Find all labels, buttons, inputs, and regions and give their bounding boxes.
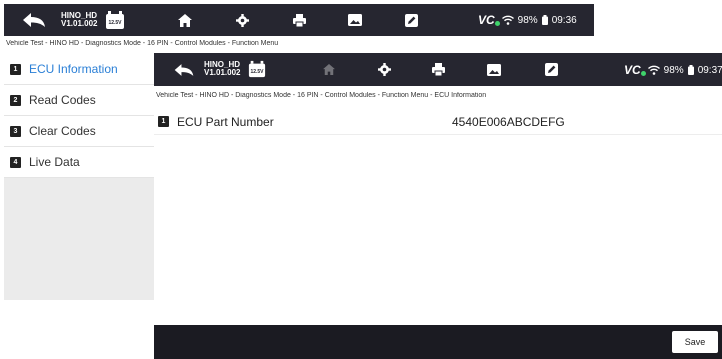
vehicle-battery-icon: 12.5V	[248, 60, 266, 78]
sidebar-item-label: Live Data	[29, 155, 80, 169]
edit-button[interactable]	[536, 53, 566, 86]
battery-icon	[541, 15, 548, 25]
sidebar-item-label: ECU Information	[29, 62, 118, 76]
app-version: V1.01.002	[204, 68, 241, 78]
sidebar-item-clear-codes[interactable]: 3 Clear Codes	[4, 116, 154, 147]
front-topbar: HINO_HD V1.01.002 12.5V VC 98% 09:37	[154, 53, 722, 86]
voltage-badge: 12.5V	[107, 20, 123, 26]
back-button[interactable]	[166, 58, 202, 82]
voltage-badge: 12.5V	[249, 69, 265, 75]
function-menu-sidebar: 1 ECU Information 2 Read Codes 3 Clear C…	[4, 54, 154, 300]
app-title-block: HINO_HD V1.01.002	[61, 11, 98, 29]
item-number-badge: 4	[10, 156, 21, 168]
sidebar-item-ecu-information[interactable]: 1 ECU Information	[4, 54, 154, 85]
back-topbar: HINO_HD V1.01.002 12.5V VC 98% 09:36	[4, 4, 594, 36]
sidebar-item-read-codes[interactable]: 2 Read Codes	[4, 85, 154, 116]
back-breadcrumb: Vehicle Test - HINO HD - Diagnostics Mod…	[6, 40, 279, 47]
front-breadcrumb: Vehicle Test - HINO HD - Diagnostics Mod…	[156, 92, 487, 99]
clock: 09:37	[697, 64, 722, 76]
sidebar-item-label: Clear Codes	[29, 124, 96, 138]
ecu-information-screen: HINO_HD V1.01.002 12.5V VC 98% 09:37 Veh…	[154, 53, 722, 359]
edit-button[interactable]	[396, 4, 426, 36]
battery-icon	[687, 65, 694, 75]
home-button[interactable]	[170, 4, 200, 36]
status-area: VC 98% 09:37	[624, 63, 722, 77]
print-button[interactable]	[423, 53, 453, 86]
back-arrow-icon	[23, 13, 45, 27]
ecu-info-row: 1 ECU Part Number 4540E006ABCDEFG	[154, 109, 722, 135]
screenshot-button[interactable]	[479, 53, 509, 86]
image-icon	[348, 14, 362, 26]
print-icon	[431, 63, 445, 76]
battery-percent: 98%	[663, 64, 684, 76]
image-icon	[487, 63, 501, 76]
gear-icon	[377, 63, 391, 76]
status-area: VC 98% 09:36	[478, 13, 577, 27]
save-button[interactable]: Save	[672, 331, 718, 353]
vci-status-icon: VC	[624, 63, 646, 77]
print-icon	[292, 13, 306, 27]
back-arrow-icon	[174, 64, 194, 76]
item-number-badge: 1	[158, 116, 169, 127]
edit-icon	[544, 63, 558, 76]
battery-percent: 98%	[517, 14, 538, 26]
sidebar-item-label: Read Codes	[29, 93, 96, 107]
home-icon	[178, 13, 192, 27]
clock: 09:36	[551, 14, 577, 26]
app-version: V1.01.002	[61, 19, 98, 29]
item-number-badge: 3	[10, 125, 21, 137]
sidebar-item-live-data[interactable]: 4 Live Data	[4, 147, 154, 178]
wifi-icon	[501, 15, 514, 25]
ecu-info-value: 4540E006ABCDEFG	[452, 114, 565, 129]
home-icon	[323, 64, 335, 75]
screenshot-button[interactable]	[340, 4, 370, 36]
gear-icon	[235, 13, 249, 27]
vci-status-icon: VC	[478, 13, 500, 27]
bottom-action-bar: Save	[154, 325, 722, 359]
app-title-block: HINO_HD V1.01.002	[204, 60, 241, 78]
vehicle-battery-icon: 12.5V	[105, 10, 125, 30]
wifi-icon	[647, 65, 660, 75]
edit-icon	[404, 13, 418, 27]
ecu-info-label: ECU Part Number	[177, 114, 274, 129]
back-button[interactable]	[12, 8, 56, 32]
settings-button[interactable]	[227, 4, 257, 36]
item-number-badge: 1	[10, 63, 21, 75]
item-number-badge: 2	[10, 94, 21, 106]
home-button	[314, 53, 344, 86]
settings-button[interactable]	[369, 53, 399, 86]
print-button[interactable]	[284, 4, 314, 36]
